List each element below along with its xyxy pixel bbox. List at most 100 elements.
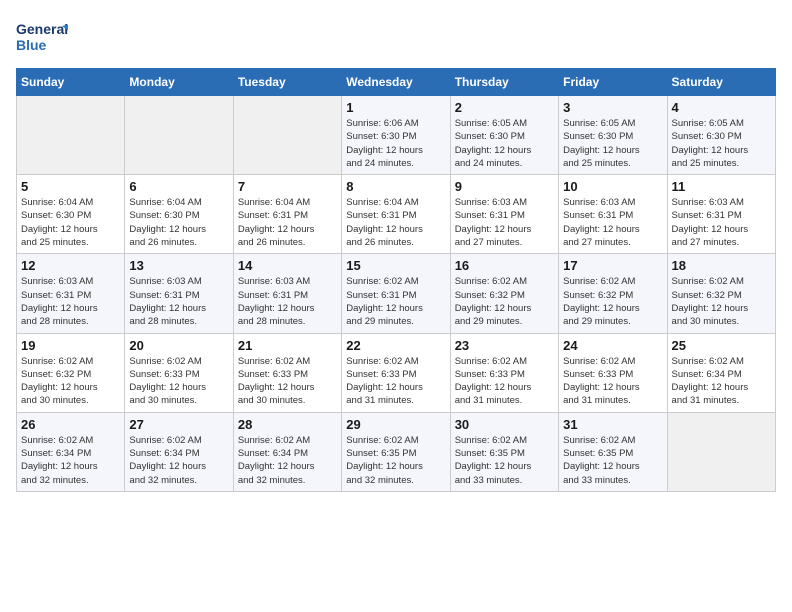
day-number: 11 [672, 179, 771, 194]
calendar-cell: 27 Sunrise: 6:02 AM Sunset: 6:34 PM Dayli… [125, 412, 233, 491]
day-number: 10 [563, 179, 662, 194]
calendar-header: SundayMondayTuesdayWednesdayThursdayFrid… [17, 69, 776, 96]
header: General Blue [16, 16, 776, 56]
calendar-cell: 23 Sunrise: 6:02 AM Sunset: 6:33 PM Dayli… [450, 333, 558, 412]
calendar-cell: 19 Sunrise: 6:02 AM Sunset: 6:32 PM Dayli… [17, 333, 125, 412]
day-number: 29 [346, 417, 445, 432]
day-number: 28 [238, 417, 337, 432]
day-number: 12 [21, 258, 120, 273]
calendar-cell [233, 96, 341, 175]
day-info: Sunrise: 6:05 AM Sunset: 6:30 PM Dayligh… [563, 117, 662, 170]
day-info: Sunrise: 6:04 AM Sunset: 6:31 PM Dayligh… [346, 196, 445, 249]
day-number: 30 [455, 417, 554, 432]
day-info: Sunrise: 6:02 AM Sunset: 6:32 PM Dayligh… [672, 275, 771, 328]
week-row-3: 12 Sunrise: 6:03 AM Sunset: 6:31 PM Dayli… [17, 254, 776, 333]
calendar-cell: 24Sunrise: 6:02 AM Sunset: 6:33 PM Dayli… [559, 333, 667, 412]
day-info: Sunrise: 6:03 AM Sunset: 6:31 PM Dayligh… [21, 275, 120, 328]
day-number: 5 [21, 179, 120, 194]
day-info: Sunrise: 6:05 AM Sunset: 6:30 PM Dayligh… [455, 117, 554, 170]
calendar-cell: 21 Sunrise: 6:02 AM Sunset: 6:33 PM Dayli… [233, 333, 341, 412]
day-header-sunday: Sunday [17, 69, 125, 96]
day-number: 9 [455, 179, 554, 194]
week-row-1: 1Sunrise: 6:06 AM Sunset: 6:30 PM Daylig… [17, 96, 776, 175]
day-info: Sunrise: 6:02 AM Sunset: 6:31 PM Dayligh… [346, 275, 445, 328]
calendar-cell: 7 Sunrise: 6:04 AM Sunset: 6:31 PM Daylig… [233, 175, 341, 254]
day-header-thursday: Thursday [450, 69, 558, 96]
day-header-saturday: Saturday [667, 69, 775, 96]
calendar-cell: 28Sunrise: 6:02 AM Sunset: 6:34 PM Dayli… [233, 412, 341, 491]
day-number: 21 [238, 338, 337, 353]
calendar-cell: 20 Sunrise: 6:02 AM Sunset: 6:33 PM Dayli… [125, 333, 233, 412]
day-number: 15 [346, 258, 445, 273]
day-info: Sunrise: 6:02 AM Sunset: 6:33 PM Dayligh… [455, 355, 554, 408]
calendar-cell: 11 Sunrise: 6:03 AM Sunset: 6:31 PM Dayli… [667, 175, 775, 254]
calendar-cell: 17 Sunrise: 6:02 AM Sunset: 6:32 PM Dayli… [559, 254, 667, 333]
day-info: Sunrise: 6:02 AM Sunset: 6:32 PM Dayligh… [563, 275, 662, 328]
calendar-cell [17, 96, 125, 175]
day-number: 2 [455, 100, 554, 115]
calendar-cell: 14 Sunrise: 6:03 AM Sunset: 6:31 PM Dayli… [233, 254, 341, 333]
day-number: 24 [563, 338, 662, 353]
calendar-cell: 18 Sunrise: 6:02 AM Sunset: 6:32 PM Dayli… [667, 254, 775, 333]
day-number: 27 [129, 417, 228, 432]
day-number: 19 [21, 338, 120, 353]
day-info: Sunrise: 6:03 AM Sunset: 6:31 PM Dayligh… [455, 196, 554, 249]
day-info: Sunrise: 6:02 AM Sunset: 6:32 PM Dayligh… [455, 275, 554, 328]
day-number: 25 [672, 338, 771, 353]
day-header-monday: Monday [125, 69, 233, 96]
day-number: 18 [672, 258, 771, 273]
calendar-cell: 2 Sunrise: 6:05 AM Sunset: 6:30 PM Daylig… [450, 96, 558, 175]
day-number: 31 [563, 417, 662, 432]
day-info: Sunrise: 6:03 AM Sunset: 6:31 PM Dayligh… [129, 275, 228, 328]
calendar-cell: 15 Sunrise: 6:02 AM Sunset: 6:31 PM Dayli… [342, 254, 450, 333]
day-header-friday: Friday [559, 69, 667, 96]
calendar-cell: 25Sunrise: 6:02 AM Sunset: 6:34 PM Dayli… [667, 333, 775, 412]
calendar-cell: 26Sunrise: 6:02 AM Sunset: 6:34 PM Dayli… [17, 412, 125, 491]
calendar-cell: 16 Sunrise: 6:02 AM Sunset: 6:32 PM Dayli… [450, 254, 558, 333]
week-row-4: 19 Sunrise: 6:02 AM Sunset: 6:32 PM Dayli… [17, 333, 776, 412]
day-number: 16 [455, 258, 554, 273]
day-info: Sunrise: 6:04 AM Sunset: 6:30 PM Dayligh… [21, 196, 120, 249]
day-number: 13 [129, 258, 228, 273]
day-info: Sunrise: 6:04 AM Sunset: 6:30 PM Dayligh… [129, 196, 228, 249]
header-row: SundayMondayTuesdayWednesdayThursdayFrid… [17, 69, 776, 96]
day-number: 4 [672, 100, 771, 115]
calendar-cell: 8Sunrise: 6:04 AM Sunset: 6:31 PM Daylig… [342, 175, 450, 254]
calendar-cell [667, 412, 775, 491]
day-number: 3 [563, 100, 662, 115]
day-number: 14 [238, 258, 337, 273]
calendar-cell: 10Sunrise: 6:03 AM Sunset: 6:31 PM Dayli… [559, 175, 667, 254]
day-number: 23 [455, 338, 554, 353]
calendar-cell: 3 Sunrise: 6:05 AM Sunset: 6:30 PM Daylig… [559, 96, 667, 175]
day-info: Sunrise: 6:02 AM Sunset: 6:33 PM Dayligh… [129, 355, 228, 408]
svg-text:General: General [16, 21, 68, 37]
day-number: 17 [563, 258, 662, 273]
day-info: Sunrise: 6:02 AM Sunset: 6:33 PM Dayligh… [238, 355, 337, 408]
day-header-wednesday: Wednesday [342, 69, 450, 96]
day-info: Sunrise: 6:04 AM Sunset: 6:31 PM Dayligh… [238, 196, 337, 249]
calendar-cell [125, 96, 233, 175]
day-number: 7 [238, 179, 337, 194]
calendar-cell: 1Sunrise: 6:06 AM Sunset: 6:30 PM Daylig… [342, 96, 450, 175]
calendar-cell: 30 Sunrise: 6:02 AM Sunset: 6:35 PM Dayli… [450, 412, 558, 491]
day-info: Sunrise: 6:02 AM Sunset: 6:35 PM Dayligh… [563, 434, 662, 487]
day-info: Sunrise: 6:02 AM Sunset: 6:32 PM Dayligh… [21, 355, 120, 408]
day-info: Sunrise: 6:03 AM Sunset: 6:31 PM Dayligh… [238, 275, 337, 328]
day-number: 26 [21, 417, 120, 432]
calendar-cell: 4 Sunrise: 6:05 AM Sunset: 6:30 PM Daylig… [667, 96, 775, 175]
day-info: Sunrise: 6:05 AM Sunset: 6:30 PM Dayligh… [672, 117, 771, 170]
calendar-cell: 22Sunrise: 6:02 AM Sunset: 6:33 PM Dayli… [342, 333, 450, 412]
calendar-body: 1Sunrise: 6:06 AM Sunset: 6:30 PM Daylig… [17, 96, 776, 492]
calendar-cell: 13 Sunrise: 6:03 AM Sunset: 6:31 PM Dayli… [125, 254, 233, 333]
day-info: Sunrise: 6:02 AM Sunset: 6:34 PM Dayligh… [129, 434, 228, 487]
logo: General Blue [16, 16, 68, 56]
calendar-cell: 12 Sunrise: 6:03 AM Sunset: 6:31 PM Dayli… [17, 254, 125, 333]
day-info: Sunrise: 6:03 AM Sunset: 6:31 PM Dayligh… [672, 196, 771, 249]
calendar-cell: 31 Sunrise: 6:02 AM Sunset: 6:35 PM Dayli… [559, 412, 667, 491]
day-info: Sunrise: 6:02 AM Sunset: 6:35 PM Dayligh… [455, 434, 554, 487]
week-row-5: 26 Sunrise: 6:02 AM Sunset: 6:34 PM Dayli… [17, 412, 776, 491]
calendar-cell: 5 Sunrise: 6:04 AM Sunset: 6:30 PM Daylig… [17, 175, 125, 254]
day-number: 20 [129, 338, 228, 353]
day-number: 22 [346, 338, 445, 353]
day-info: Sunrise: 6:02 AM Sunset: 6:35 PM Dayligh… [346, 434, 445, 487]
